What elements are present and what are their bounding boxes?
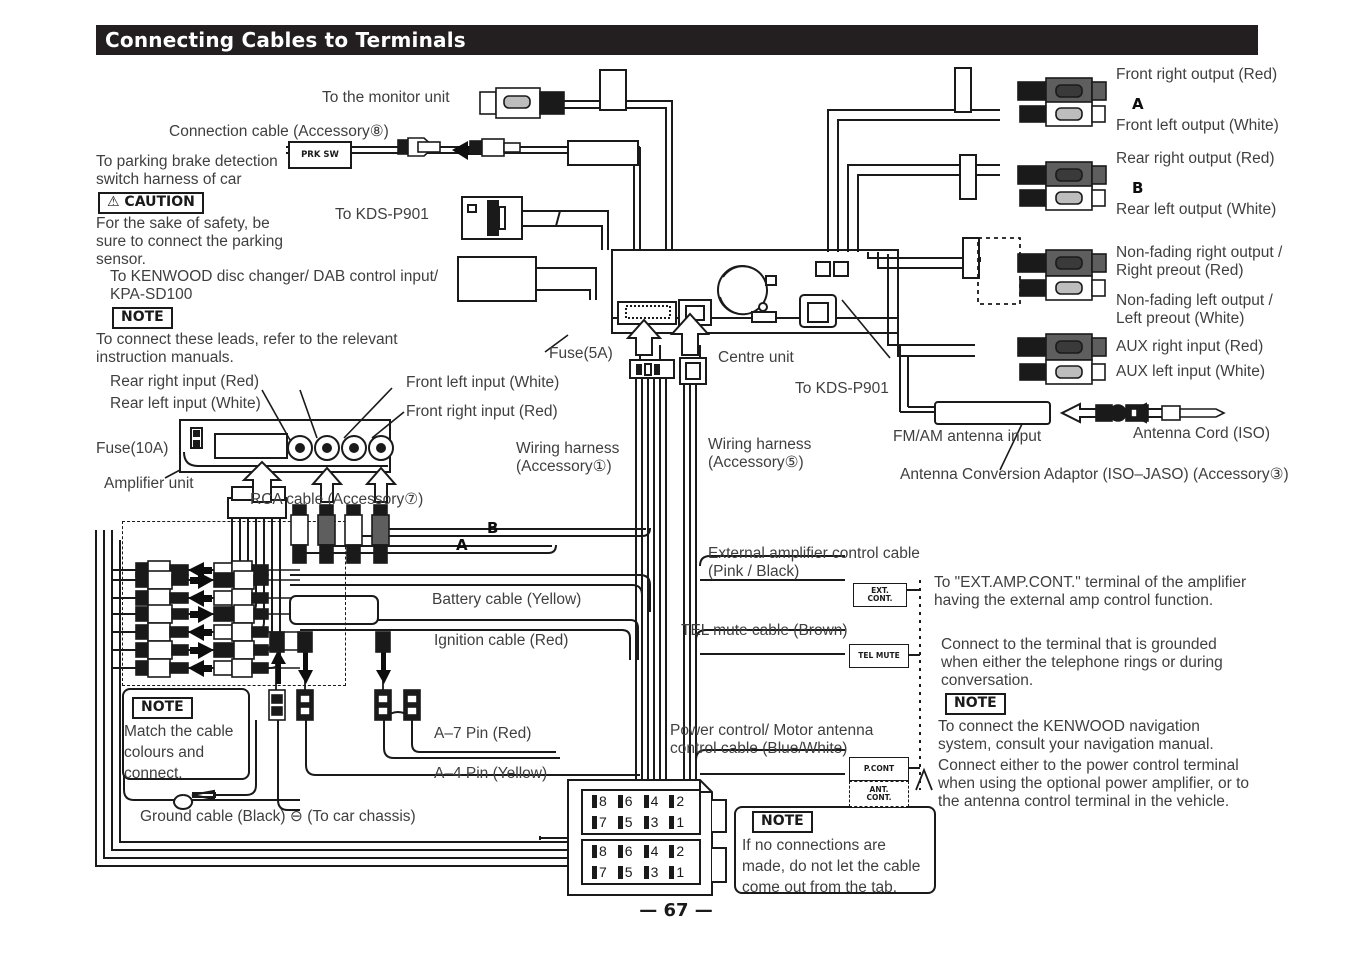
prk-sw-box: PRK SW: [288, 141, 352, 169]
din-plug-monitor: [479, 87, 565, 119]
pin-cell: 1: [669, 814, 684, 830]
pin-cell: 3: [643, 814, 658, 830]
rca-plug-white: [1019, 185, 1106, 211]
label-to-kds-p901-left: To KDS-P901: [335, 206, 429, 223]
label-to-kds-p901-right: To KDS-P901: [795, 380, 889, 397]
pin-cell: 5: [617, 864, 633, 880]
label-a7-pin: A–7 Pin (Red): [434, 725, 532, 742]
label-front-left-output: Front left output (White): [1116, 117, 1279, 134]
label-wiring-harness-1: Wiring harness (Accessory①): [516, 440, 620, 475]
ext-amp-description: To "EXT.AMP.CONT." terminal of the ampli…: [934, 574, 1247, 609]
label-fm-am-antenna: FM/AM antenna input: [893, 428, 1042, 445]
note-tag-tab: NOTE: [752, 811, 813, 833]
label-rear-left-output: Rear left output (White): [1116, 201, 1277, 218]
label-wiring-harness-5: Wiring harness (Accessory⑤): [708, 436, 812, 471]
connector-group-dashed-box: [122, 521, 346, 686]
label-antenna-cord: Antenna Cord (ISO): [1133, 425, 1270, 442]
wiring-diagram-page: Connecting Cables to Terminals To the mo…: [0, 0, 1352, 954]
label-rear-right-input: Rear right input (Red): [110, 373, 260, 390]
pin-row-bottom-2: 7 5 3 1: [592, 864, 695, 880]
pin-cell: 6: [617, 843, 633, 859]
pin-row-bottom-1: 7 5 3 1: [592, 814, 695, 830]
rca-plug-white: [1019, 359, 1106, 385]
rca-plug-white: [1019, 275, 1106, 301]
mark-b-output: B: [1132, 179, 1144, 197]
label-aux-right-input: AUX right input (Red): [1116, 338, 1264, 355]
rca-plug-red: [371, 504, 390, 564]
caution-text: For the sake of safety, be sure to conne…: [96, 215, 283, 268]
note-tab-text: If no connections are made, do not let t…: [742, 837, 921, 896]
label-front-right-input: Front right input (Red): [406, 403, 558, 420]
rca-plug-white: [1019, 101, 1106, 127]
tel-mute-terminal-box: TEL MUTE: [849, 644, 909, 668]
ant-cont-terminal-box: ANT. CONT.: [849, 781, 909, 807]
pin-cell: 2: [669, 843, 684, 859]
pin-cell: 4: [643, 793, 658, 809]
antenna-conversion-adaptor: [1095, 404, 1149, 422]
label-front-left-input: Front left input (White): [406, 374, 560, 391]
label-ext-amp-cable: External amplifier control cable (Pink /…: [708, 545, 920, 580]
rca-plug-red: [1017, 333, 1107, 361]
label-rear-left-input: Rear left input (White): [110, 395, 261, 412]
label-power-control-cable: Power control/ Motor antenna control cab…: [670, 722, 874, 757]
ext-cont-terminal-box: EXT. CONT.: [853, 583, 907, 607]
label-front-right-output: Front right output (Red): [1116, 66, 1278, 83]
spade-terminal: [469, 138, 521, 157]
p-cont-terminal-box: P.CONT: [849, 757, 909, 781]
label-fuse-5a: Fuse(5A): [549, 345, 613, 362]
rca-plug-red: [1017, 77, 1107, 105]
label-to-parking-brake: To parking brake detection switch harnes…: [96, 153, 278, 188]
rca-plug-red: [1017, 249, 1107, 277]
caution-tag: ⚠ CAUTION: [98, 192, 204, 214]
pin-cell: 5: [617, 814, 633, 830]
label-battery-cable: Battery cable (Yellow): [432, 591, 582, 608]
label-nonfading-left: Non-fading left output / Left preout (Wh…: [1116, 292, 1273, 327]
rca-plug-red: [1017, 161, 1107, 189]
label-connection-cable: Connection cable (Accessory⑧): [169, 123, 389, 140]
pin-row-top-1: 8 6 4 2: [592, 793, 695, 809]
label-a4-pin: A–4 Pin (Yellow): [434, 765, 548, 782]
note-leads-text: To connect these leads, refer to the rel…: [96, 331, 398, 366]
mark-b-rca: B: [487, 519, 499, 537]
label-antenna-adaptor: Antenna Conversion Adaptor (ISO–JASO) (A…: [900, 466, 1289, 483]
pin-cell: 1: [669, 864, 684, 880]
pin-cell: 8: [592, 843, 607, 859]
label-rear-right-output: Rear right output (Red): [1116, 150, 1275, 167]
rca-plug-white: [344, 504, 363, 564]
label-to-monitor-unit: To the monitor unit: [322, 89, 450, 106]
mark-a-output: A: [1132, 95, 1144, 113]
page-number: — 67 —: [639, 900, 713, 921]
mark-a-rca: A: [456, 536, 468, 554]
note-tag-match: NOTE: [132, 697, 193, 719]
pin-cell: 2: [669, 793, 684, 809]
pin-cell: 4: [643, 843, 658, 859]
pin-cell: 7: [592, 864, 607, 880]
label-ground-cable: Ground cable (Black) ⊖ (To car chassis): [140, 808, 416, 825]
label-to-kenwood-changer: To KENWOOD disc changer/ DAB control inp…: [110, 268, 439, 303]
tel-mute-description: Connect to the terminal that is grounded…: [941, 636, 1223, 689]
label-tel-mute-cable: TEL mute cable (Brown): [681, 622, 848, 639]
label-nonfading-right: Non-fading right output / Right preout (…: [1116, 244, 1283, 279]
label-aux-left-input: AUX left input (White): [1116, 363, 1266, 380]
pin-row-top-2: 8 6 4 2: [592, 843, 695, 859]
label-centre-unit: Centre unit: [718, 349, 794, 366]
note-tag-leads: NOTE: [112, 307, 173, 329]
spade-terminal: [397, 137, 441, 157]
pin-cell: 8: [592, 793, 607, 809]
p-cont-description: Connect either to the power control term…: [938, 757, 1250, 810]
pin-cell: 3: [643, 864, 658, 880]
label-fuse-10a: Fuse(10A): [96, 440, 169, 457]
label-ignition-cable: Ignition cable (Red): [434, 632, 569, 649]
antenna-cord-plug: [1161, 405, 1226, 421]
pin-cell: 6: [617, 793, 633, 809]
label-amplifier-unit: Amplifier unit: [104, 475, 194, 492]
note-match-text: Match the cable colours and connect.: [124, 723, 234, 782]
page-title: Connecting Cables to Terminals: [105, 28, 466, 52]
label-rca-cable: RCA cable (Accessory⑦): [250, 491, 424, 508]
note-tag-nav: NOTE: [945, 693, 1006, 715]
pin-cell: 7: [592, 814, 607, 830]
nav-note-text: To connect the KENWOOD navigation system…: [938, 718, 1214, 753]
